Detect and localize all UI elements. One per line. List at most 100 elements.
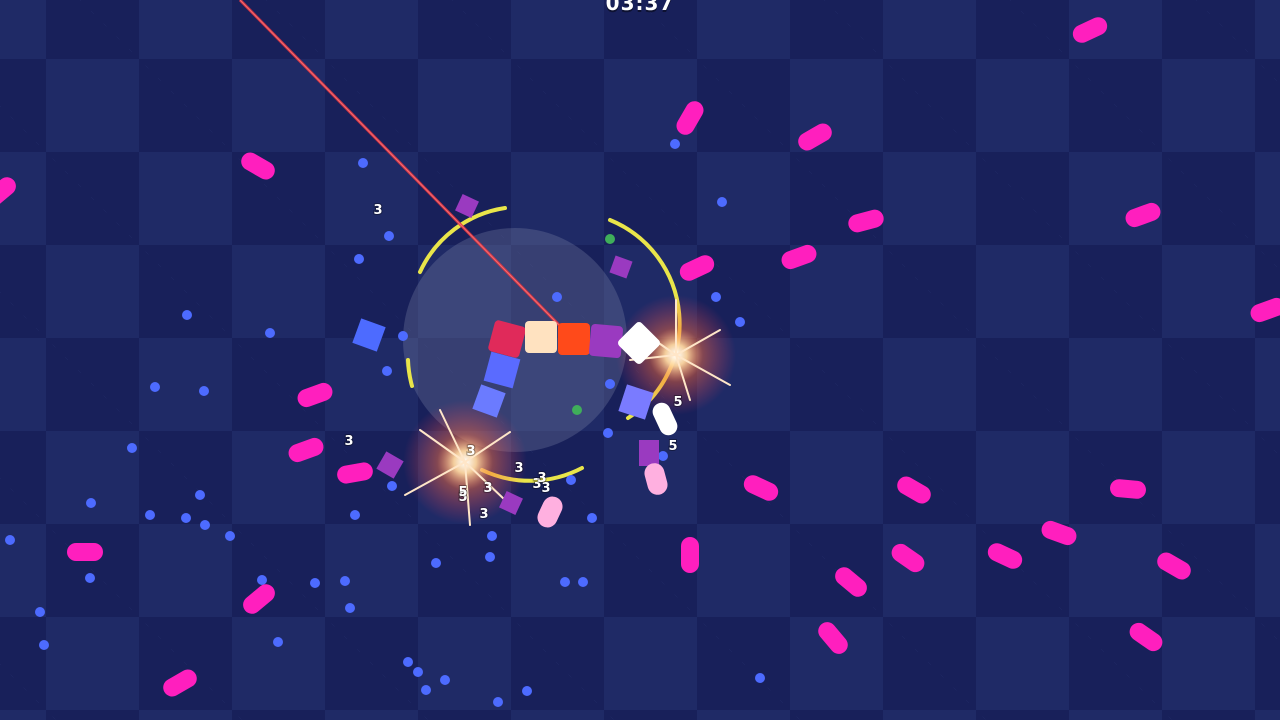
xp-gem	[403, 657, 413, 667]
snake-segment	[588, 323, 624, 359]
enemy-capsule	[681, 537, 699, 573]
xp-gem	[735, 317, 745, 327]
enemy-capsule	[679, 255, 715, 281]
xp-gem	[587, 513, 597, 523]
xp-gem	[273, 637, 283, 647]
xp-gem	[225, 531, 235, 541]
snake-segment	[525, 321, 557, 353]
xp-gem	[711, 292, 721, 302]
xp-gem	[195, 490, 205, 500]
xp-gem	[755, 673, 765, 683]
xp-gem	[522, 686, 532, 696]
xp-gem	[566, 475, 576, 485]
debris-block	[455, 194, 479, 218]
xp-gem	[39, 640, 49, 650]
xp-gem	[182, 310, 192, 320]
enemy-capsule	[987, 543, 1023, 569]
enemy-capsule	[288, 437, 324, 463]
xp-gem	[127, 443, 137, 453]
enemy-capsule	[1041, 520, 1077, 546]
xp-gem	[199, 386, 209, 396]
xp-gem	[200, 520, 210, 530]
xp-gem	[384, 231, 394, 241]
debris-block	[639, 440, 659, 466]
xp-gem	[493, 697, 503, 707]
xp-gem	[485, 552, 495, 562]
debris-block	[376, 451, 404, 479]
enemy-capsule	[297, 382, 333, 408]
xp-gem	[603, 428, 613, 438]
xp-gem	[145, 510, 155, 520]
xp-gem	[35, 607, 45, 617]
xp-gem	[310, 578, 320, 588]
xp-gem	[350, 510, 360, 520]
xp-gem	[358, 158, 368, 168]
enemy-capsule	[891, 543, 925, 573]
enemy-capsule	[1129, 622, 1163, 652]
debris-block	[609, 255, 633, 279]
xp-gem	[560, 577, 570, 587]
enemy-capsule	[0, 177, 16, 207]
damage-number: 3	[537, 471, 546, 486]
damage-number: 3	[479, 507, 488, 522]
xp-gem	[382, 366, 392, 376]
debris-block	[644, 463, 668, 495]
enemy-capsule	[67, 543, 103, 561]
enemy-capsule	[848, 209, 884, 233]
enemy-capsule	[743, 475, 779, 501]
snake-segment	[558, 323, 590, 355]
damage-number: 3	[373, 203, 382, 218]
xp-gem	[86, 498, 96, 508]
debris-dot	[605, 234, 615, 244]
enemy-capsule	[835, 567, 867, 597]
damage-number: 5	[458, 485, 467, 500]
enemy-capsule	[781, 244, 817, 270]
enemy-capsule	[897, 476, 931, 504]
debris-dot	[572, 405, 582, 415]
xp-gem	[5, 535, 15, 545]
xp-gem	[717, 197, 727, 207]
xp-gem	[487, 531, 497, 541]
xp-gem	[354, 254, 364, 264]
enemy-capsule	[1250, 297, 1280, 323]
xp-gem	[658, 451, 668, 461]
xp-gem	[421, 685, 431, 695]
xp-gems	[5, 139, 765, 707]
enemy-capsule	[818, 622, 848, 654]
enemy-capsule	[241, 152, 275, 180]
xp-gem	[150, 382, 160, 392]
damage-number: 3	[466, 444, 475, 459]
xp-gem	[85, 573, 95, 583]
enemy-capsule	[163, 669, 197, 697]
laser-beam-core	[239, 0, 561, 327]
xp-gem	[413, 667, 423, 677]
enemy-capsule	[1072, 17, 1108, 43]
game-scene: 33333 3 3355553	[0, 0, 1280, 707]
damage-number: 3	[483, 481, 492, 496]
debris-block	[537, 496, 563, 528]
xp-gem	[398, 331, 408, 341]
damage-number: 5	[673, 395, 682, 410]
enemy-capsule	[798, 123, 832, 151]
damage-number: 3	[344, 434, 353, 449]
xp-gem	[181, 513, 191, 523]
enemy-capsule	[1157, 552, 1191, 580]
enemy-capsule	[1125, 202, 1161, 228]
xp-gem	[578, 577, 588, 587]
xp-gem	[257, 575, 267, 585]
enemy-capsule	[243, 584, 275, 614]
debris-block	[352, 318, 386, 352]
xp-gem	[552, 292, 562, 302]
xp-gem	[670, 139, 680, 149]
xp-gem	[440, 675, 450, 685]
xp-gem	[340, 576, 350, 586]
game-arena[interactable]: 03:37 3 3 3 3 3 3 3 3 5 5 5 5 3	[0, 0, 1280, 720]
enemy-capsule	[676, 101, 704, 135]
xp-gem	[345, 603, 355, 613]
xp-gem	[387, 481, 397, 491]
damage-number: 5	[668, 439, 677, 454]
enemy-capsule	[337, 462, 373, 484]
xp-gem	[431, 558, 441, 568]
xp-gem	[265, 328, 275, 338]
xp-gem	[605, 379, 615, 389]
